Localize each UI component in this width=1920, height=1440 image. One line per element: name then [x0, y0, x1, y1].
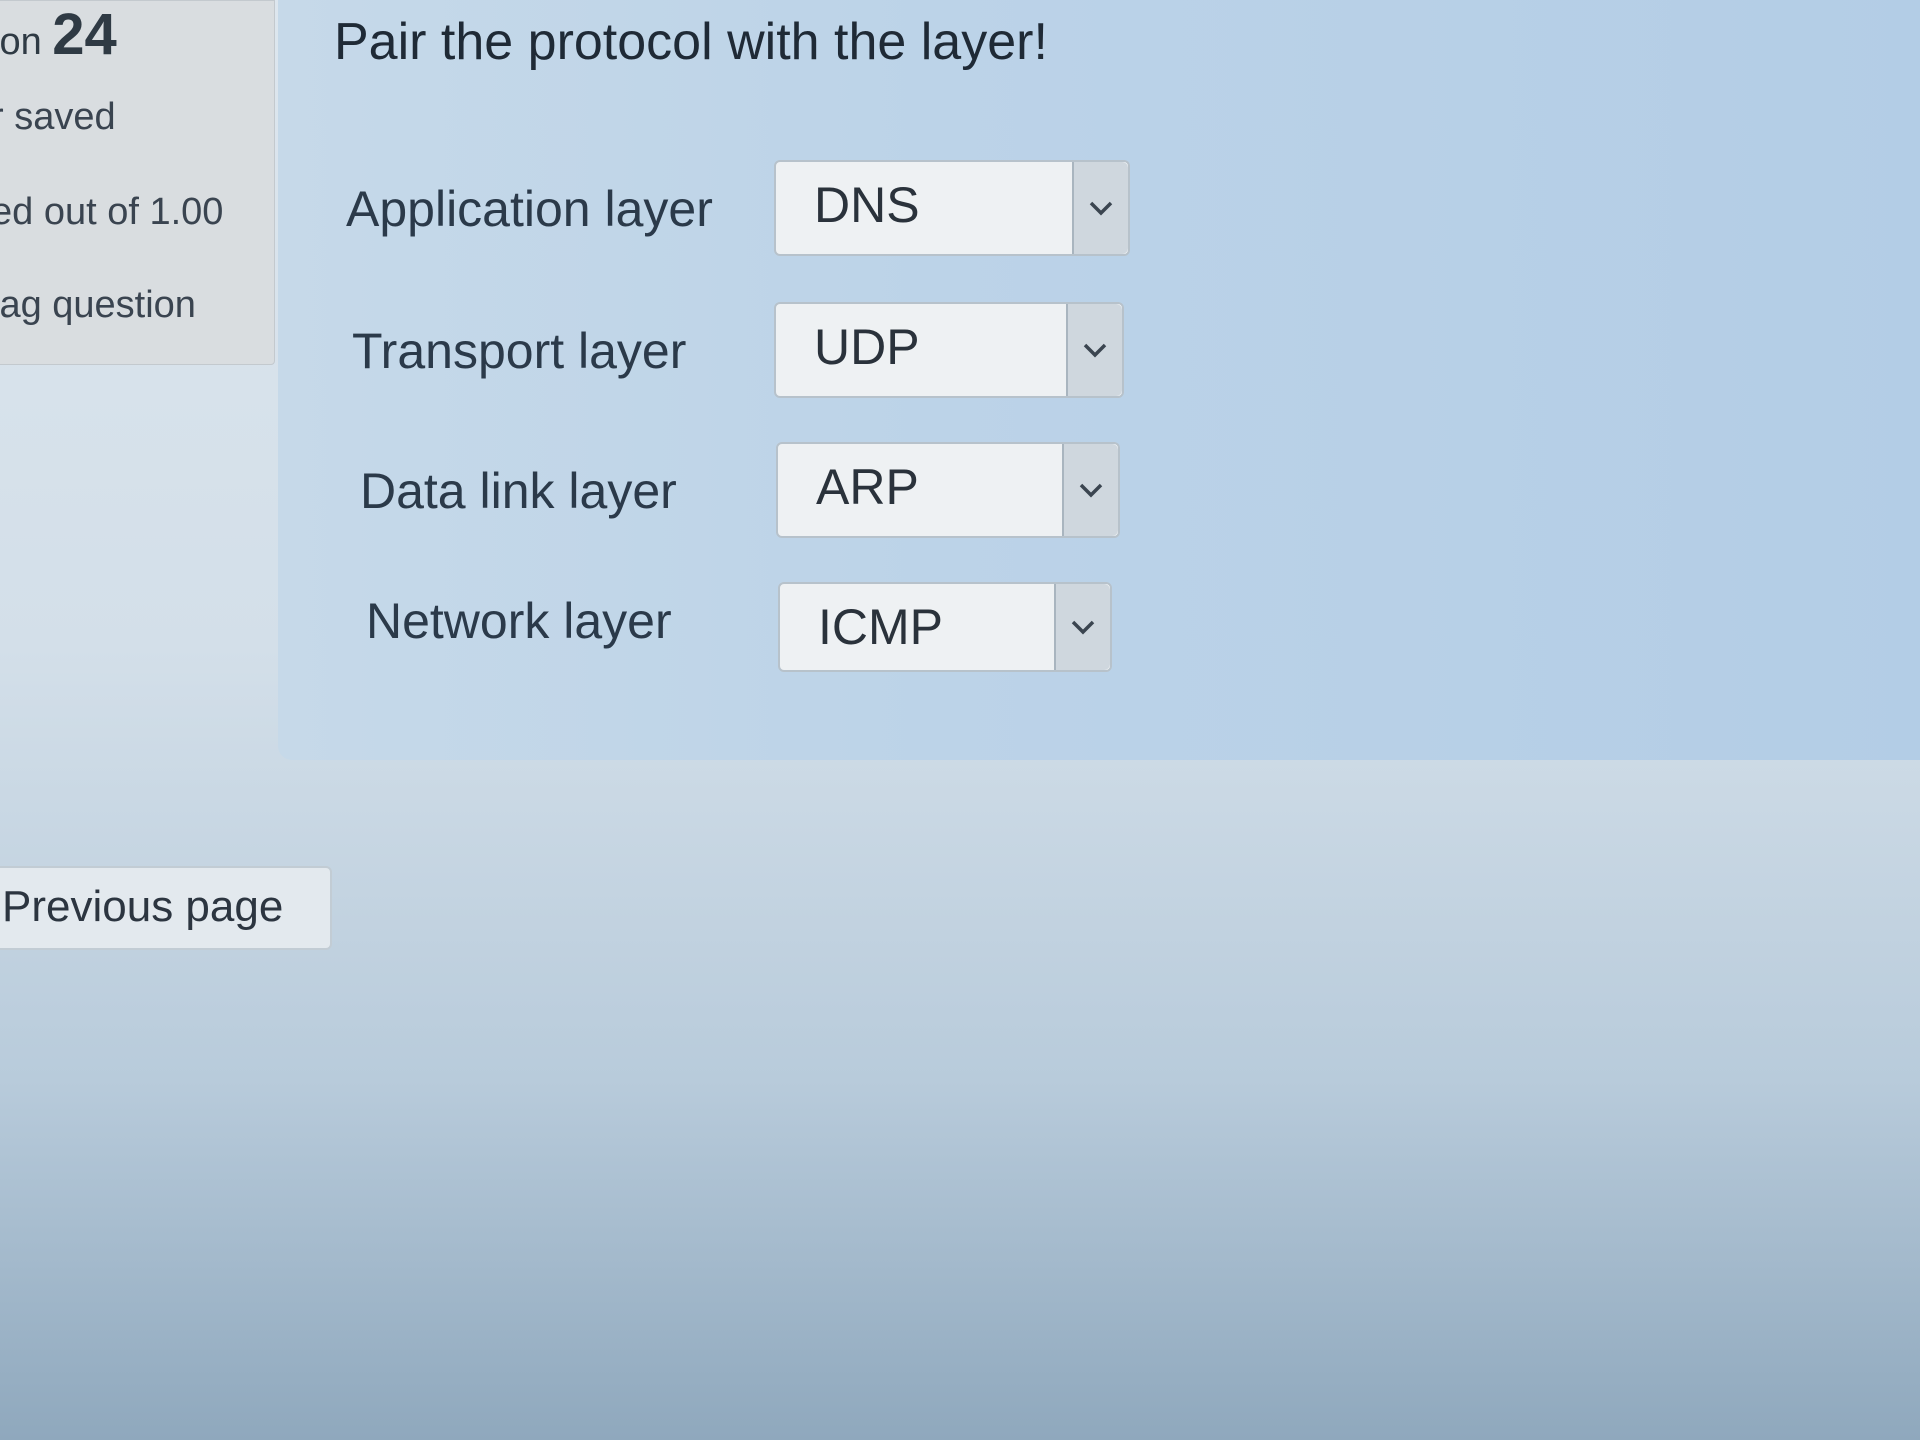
match-row: Transport layer UDP [278, 302, 1920, 402]
select-value: UDP [814, 319, 920, 375]
match-row-label: Application layer [346, 181, 713, 237]
previous-page-button[interactable]: Previous page [0, 866, 332, 950]
select-value: DNS [814, 177, 920, 233]
flag-question-link[interactable]: lag question [0, 284, 196, 327]
chevron-down-icon[interactable] [1072, 162, 1128, 254]
match-row-label: Data link layer [360, 463, 677, 519]
select-value: ICMP [818, 599, 943, 655]
chevron-down-icon[interactable] [1062, 444, 1118, 536]
question-number: ion 24 [0, 1, 117, 68]
match-row: Application layer DNS [278, 160, 1920, 260]
chevron-down-icon[interactable] [1066, 304, 1122, 396]
protocol-select[interactable]: ARP [776, 442, 1120, 538]
answer-status: r saved [0, 96, 116, 138]
protocol-select[interactable]: ICMP [778, 582, 1112, 672]
question-number-value: 24 [52, 2, 117, 67]
question-text: Pair the protocol with the layer! [334, 13, 1048, 71]
previous-page-label: Previous page [2, 882, 284, 931]
match-row: Network layer ICMP [278, 580, 1920, 680]
match-row-label: Transport layer [352, 323, 687, 379]
select-value: ARP [816, 459, 919, 515]
protocol-select[interactable]: DNS [774, 160, 1130, 256]
question-mark: ed out of 1.00 [0, 191, 224, 233]
match-row: Data link layer ARP [278, 442, 1920, 542]
question-panel: Pair the protocol with the layer! Applic… [278, 0, 1920, 760]
protocol-select[interactable]: UDP [774, 302, 1124, 398]
question-number-prefix: ion [0, 21, 42, 63]
chevron-down-icon[interactable] [1054, 584, 1110, 670]
match-row-label: Network layer [366, 593, 672, 649]
question-info-box: ion 24 r saved ed out of 1.00 lag questi… [0, 0, 275, 365]
